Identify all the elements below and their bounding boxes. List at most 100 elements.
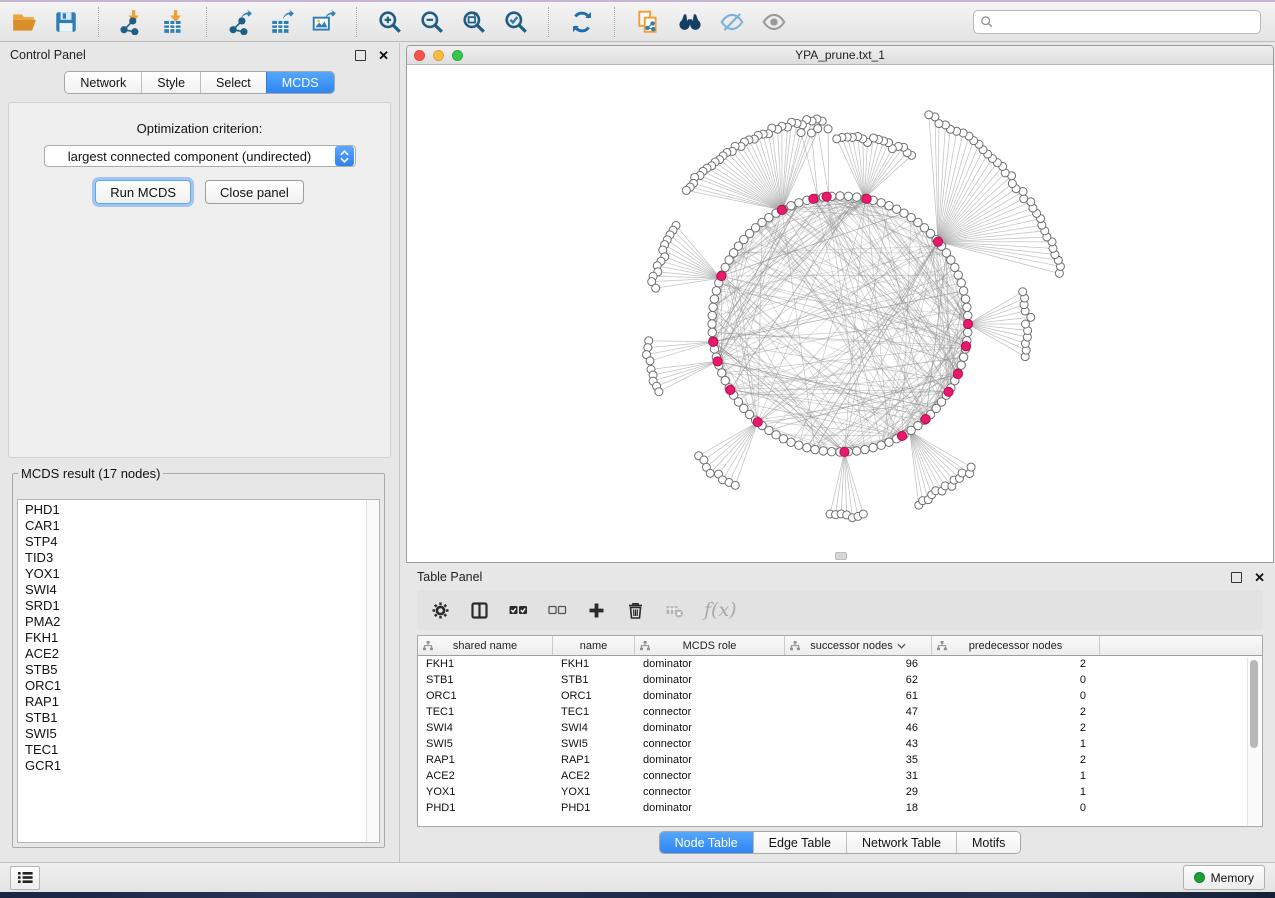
- network-node[interactable]: [708, 311, 716, 319]
- network-node[interactable]: [646, 357, 654, 365]
- hide-selected-icon[interactable]: [718, 8, 746, 36]
- network-node[interactable]: [963, 303, 971, 311]
- close-table-panel-icon[interactable]: ✕: [1254, 573, 1265, 582]
- add-column-icon[interactable]: [587, 601, 606, 620]
- search-input[interactable]: [999, 14, 1254, 30]
- network-node[interactable]: [779, 435, 787, 443]
- mcds-list-scrollbar[interactable]: [366, 500, 379, 842]
- dominator-node[interactable]: [717, 271, 726, 280]
- network-node[interactable]: [885, 202, 893, 210]
- column-header-predecessor-nodes[interactable]: predecessor nodes: [932, 636, 1100, 655]
- mcds-result-item[interactable]: CAR1: [25, 518, 366, 534]
- network-node[interactable]: [861, 445, 869, 453]
- task-history-button[interactable]: [10, 866, 40, 890]
- mcds-result-item[interactable]: STB5: [25, 662, 366, 678]
- run-mcds-button[interactable]: Run MCDS: [95, 180, 191, 204]
- table-row[interactable]: SWI5SWI5connector431: [418, 736, 1262, 752]
- network-node[interactable]: [957, 361, 965, 369]
- column-header-MCDS-role[interactable]: MCDS role: [635, 636, 785, 655]
- network-node[interactable]: [964, 311, 972, 319]
- network-node[interactable]: [1008, 180, 1016, 188]
- column-header-name[interactable]: name: [553, 636, 635, 655]
- delete-column-icon[interactable]: [626, 601, 645, 620]
- refresh-icon[interactable]: [568, 8, 596, 36]
- settings-gear-icon[interactable]: [431, 601, 450, 620]
- column-header-successor-nodes[interactable]: successor nodes: [785, 636, 932, 655]
- mcds-result-item[interactable]: ORC1: [25, 678, 366, 694]
- mcds-result-item[interactable]: PHD1: [25, 502, 366, 518]
- network-node[interactable]: [655, 388, 663, 396]
- network-node[interactable]: [958, 469, 966, 477]
- network-node[interactable]: [844, 192, 852, 200]
- network-node[interactable]: [959, 287, 967, 295]
- network-node[interactable]: [833, 135, 841, 143]
- close-panel-button[interactable]: Close panel: [205, 180, 304, 204]
- dominator-node[interactable]: [897, 431, 906, 440]
- network-node[interactable]: [797, 129, 805, 137]
- network-node[interactable]: [869, 443, 877, 451]
- network-node[interactable]: [827, 448, 835, 456]
- network-node[interactable]: [853, 447, 861, 455]
- dominator-node[interactable]: [921, 415, 930, 424]
- table-row[interactable]: FKH1FKH1dominator962: [418, 656, 1262, 672]
- network-node[interactable]: [859, 510, 867, 518]
- memory-button[interactable]: Memory: [1183, 865, 1265, 890]
- network-node[interactable]: [1020, 195, 1028, 203]
- network-window-titlebar[interactable]: YPA_prune.txt_1: [407, 46, 1273, 65]
- mcds-result-item[interactable]: TEC1: [25, 742, 366, 758]
- table-row[interactable]: TEC1TEC1connector472: [418, 704, 1262, 720]
- tab-edge-table[interactable]: Edge Table: [753, 832, 846, 853]
- tab-mcds[interactable]: MCDS: [266, 72, 334, 93]
- network-node[interactable]: [961, 295, 969, 303]
- search-box[interactable]: [973, 10, 1261, 34]
- table-scrollbar-thumb[interactable]: [1250, 660, 1258, 748]
- network-node[interactable]: [718, 369, 726, 377]
- network-node[interactable]: [877, 199, 885, 207]
- mcds-result-item[interactable]: GCR1: [25, 758, 366, 774]
- table-row[interactable]: ORC1ORC1dominator610: [418, 688, 1262, 704]
- network-node[interactable]: [706, 469, 714, 477]
- dominator-node[interactable]: [953, 369, 962, 378]
- dominator-node[interactable]: [809, 194, 818, 203]
- dominator-node[interactable]: [862, 194, 871, 203]
- export-image-icon[interactable]: [310, 8, 338, 36]
- network-node[interactable]: [708, 320, 716, 328]
- zoom-fit-icon[interactable]: [460, 8, 488, 36]
- split-columns-icon[interactable]: [470, 601, 489, 620]
- dominator-node[interactable]: [840, 447, 849, 456]
- deselect-all-checkboxes-icon[interactable]: [548, 601, 567, 620]
- column-header-shared-name[interactable]: shared name: [418, 636, 553, 655]
- network-node[interactable]: [652, 284, 660, 292]
- float-table-panel-icon[interactable]: [1231, 572, 1242, 583]
- network-node[interactable]: [811, 445, 819, 453]
- network-node[interactable]: [712, 287, 720, 295]
- close-panel-icon[interactable]: ✕: [378, 51, 389, 60]
- network-node[interactable]: [824, 125, 832, 133]
- export-table-icon[interactable]: [268, 8, 296, 36]
- mcds-result-item[interactable]: SWI5: [25, 726, 366, 742]
- network-graph[interactable]: [407, 65, 1273, 563]
- dominator-node[interactable]: [753, 417, 762, 426]
- network-node[interactable]: [814, 125, 822, 133]
- mcds-result-item[interactable]: RAP1: [25, 694, 366, 710]
- network-node[interactable]: [964, 328, 972, 336]
- zoom-in-icon[interactable]: [376, 8, 404, 36]
- search-binoculars-icon[interactable]: [676, 8, 704, 36]
- mcds-result-item[interactable]: PMA2: [25, 614, 366, 630]
- dominator-node[interactable]: [963, 319, 972, 328]
- tab-style[interactable]: Style: [141, 72, 200, 93]
- dominator-node[interactable]: [777, 205, 786, 214]
- network-node[interactable]: [819, 447, 827, 455]
- dominator-node[interactable]: [944, 387, 953, 396]
- table-row[interactable]: YOX1YOX1connector291: [418, 784, 1262, 800]
- network-node[interactable]: [957, 279, 965, 287]
- network-node[interactable]: [731, 481, 739, 489]
- open-file-icon[interactable]: [10, 8, 38, 36]
- network-node[interactable]: [795, 441, 803, 449]
- tab-select[interactable]: Select: [200, 72, 266, 93]
- float-panel-icon[interactable]: [355, 50, 366, 61]
- network-node[interactable]: [1019, 288, 1027, 296]
- export-network-icon[interactable]: [226, 8, 254, 36]
- network-node[interactable]: [787, 438, 795, 446]
- table-row[interactable]: STB1STB1dominator620: [418, 672, 1262, 688]
